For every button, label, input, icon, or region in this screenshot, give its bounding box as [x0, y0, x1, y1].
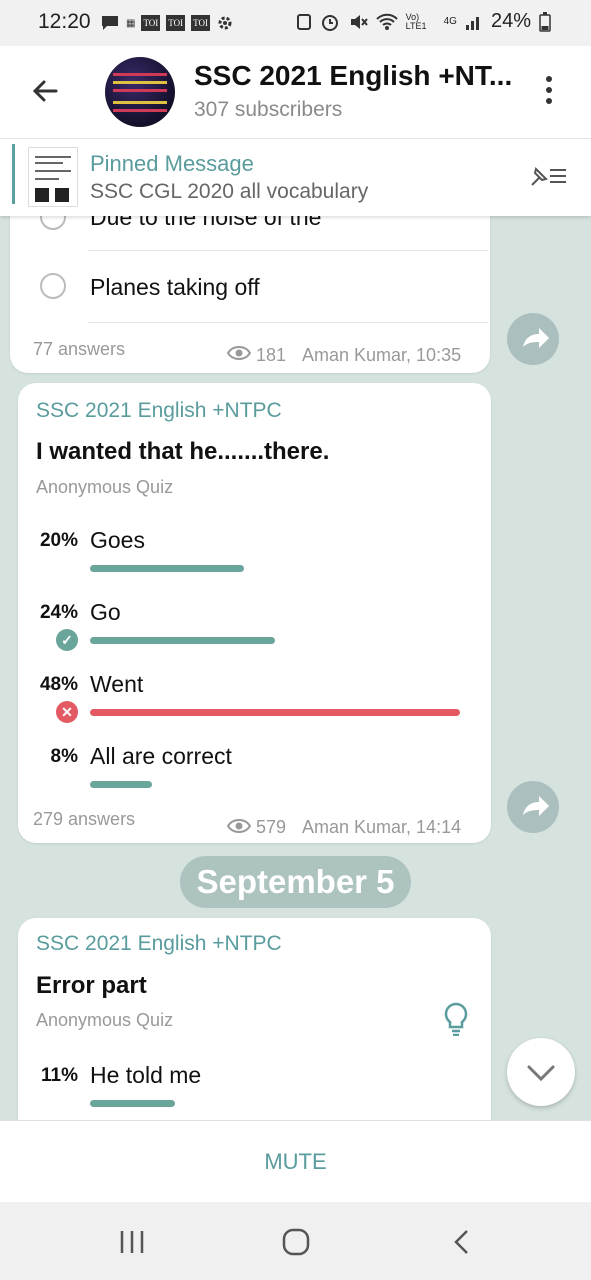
- correct-icon: ✓: [56, 629, 78, 651]
- message-author-time: Aman Kumar, 14:14: [302, 817, 462, 837]
- option-percent: 24%: [39, 602, 78, 623]
- wifi-icon: [375, 13, 398, 30]
- pinned-text: SSC CGL 2020 all vocabulary: [90, 180, 369, 203]
- option-label: Goes: [90, 527, 145, 553]
- option-label: Go: [90, 599, 121, 625]
- option-percent: 11%: [41, 1065, 78, 1086]
- channel-avatar[interactable]: [105, 57, 175, 127]
- channel-title[interactable]: SSC 2021 English +NT...: [194, 60, 514, 92]
- mute-button[interactable]: MUTE: [0, 1120, 591, 1203]
- view-count: 181: [256, 345, 287, 365]
- lightbulb-icon[interactable]: [442, 1002, 470, 1036]
- pinned-message[interactable]: Pinned Message SSC CGL 2020 all vocabula…: [0, 139, 591, 216]
- app-icon: ▦: [126, 17, 136, 29]
- message-icon: [102, 16, 118, 30]
- quiz-question: I wanted that he.......there.: [36, 438, 330, 465]
- share-icon: [523, 796, 549, 816]
- pinned-indicator: [12, 144, 15, 204]
- quiz-type: Anonymous Quiz: [36, 1010, 174, 1030]
- pin-list-icon[interactable]: [526, 161, 570, 196]
- option-percent: 48%: [39, 674, 78, 695]
- pinned-title: Pinned Message: [90, 151, 254, 176]
- back-arrow-icon: [32, 80, 58, 102]
- message-author-time: Aman Kumar, 10:35: [302, 345, 462, 365]
- option-label[interactable]: Planes taking off: [90, 274, 260, 301]
- battery-percent: 24%: [490, 10, 531, 32]
- toi-icon: TOI: [191, 15, 210, 31]
- chevron-down-icon: [527, 1065, 555, 1082]
- share-icon: [523, 328, 549, 348]
- system-nav-bar: [0, 1202, 591, 1280]
- channel-name: SSC 2021 English +NTPC: [36, 932, 282, 955]
- home-icon[interactable]: [282, 1227, 310, 1257]
- more-options-icon[interactable]: [546, 76, 554, 109]
- message-bubble: Due to the noise of the Planes taking of…: [10, 190, 490, 373]
- option-label: He told me: [90, 1062, 202, 1088]
- forward-button[interactable]: [507, 781, 559, 833]
- view-count: 579: [256, 817, 287, 837]
- result-bar: [90, 709, 460, 716]
- network-label: 4G: [443, 16, 457, 27]
- notification-icons: ▦ TOI TOI TOI: [100, 12, 234, 34]
- option-radio[interactable]: [40, 273, 66, 299]
- option-percent: 20%: [39, 530, 78, 551]
- option-label: All are correct: [90, 743, 232, 769]
- signal-icon: [465, 16, 479, 30]
- views-icon: [227, 346, 251, 360]
- option-divider: [88, 250, 488, 251]
- battery-icon: [539, 11, 551, 32]
- result-bar: [90, 1100, 175, 1107]
- system-icons: Vo) LTE1 4G 24%: [296, 10, 551, 33]
- quiz-message: SSC 2021 English +NTPC Error part Anonym…: [18, 918, 491, 1138]
- option-percent: 8%: [50, 746, 78, 767]
- forward-button[interactable]: [507, 313, 559, 365]
- pinned-thumbnail: [28, 147, 78, 207]
- toi-icon: TOI: [166, 15, 186, 31]
- date-divider: September 5: [180, 856, 411, 908]
- scroll-down-button[interactable]: [507, 1038, 575, 1106]
- result-bar: [90, 565, 244, 572]
- result-bar: [90, 637, 275, 644]
- status-time: 12:20: [38, 10, 91, 33]
- channel-name: SSC 2021 English +NTPC: [36, 399, 282, 422]
- quiz-type: Anonymous Quiz: [36, 477, 174, 497]
- alarm-icon: [321, 14, 338, 31]
- recycle-icon: [296, 13, 311, 30]
- quiz-question: Error part: [36, 972, 147, 999]
- back-nav-icon[interactable]: [452, 1228, 472, 1256]
- mute-icon: [350, 14, 368, 29]
- views-icon: [227, 819, 251, 833]
- status-bar: 12:20 ▦ TOI TOI TOI Vo) LTE1 4G 24%: [0, 0, 591, 46]
- result-bar: [90, 781, 152, 788]
- quiz-message: SSC 2021 English +NTPC I wanted that he.…: [18, 383, 491, 843]
- subscriber-count: 307 subscribers: [194, 98, 343, 121]
- answer-count: 279 answers: [33, 809, 136, 829]
- settings-icon: [218, 16, 232, 30]
- answer-count: 77 answers: [33, 339, 126, 359]
- option-label: Went: [90, 671, 144, 697]
- recent-apps-icon[interactable]: [118, 1229, 146, 1255]
- wrong-icon: ✕: [56, 701, 78, 723]
- toi-icon: TOI: [141, 15, 161, 31]
- volte-label: Vo) LTE1: [405, 11, 427, 31]
- back-button[interactable]: [30, 76, 60, 111]
- option-divider: [88, 322, 488, 323]
- chat-header: SSC 2021 English +NT... 307 subscribers: [0, 46, 591, 139]
